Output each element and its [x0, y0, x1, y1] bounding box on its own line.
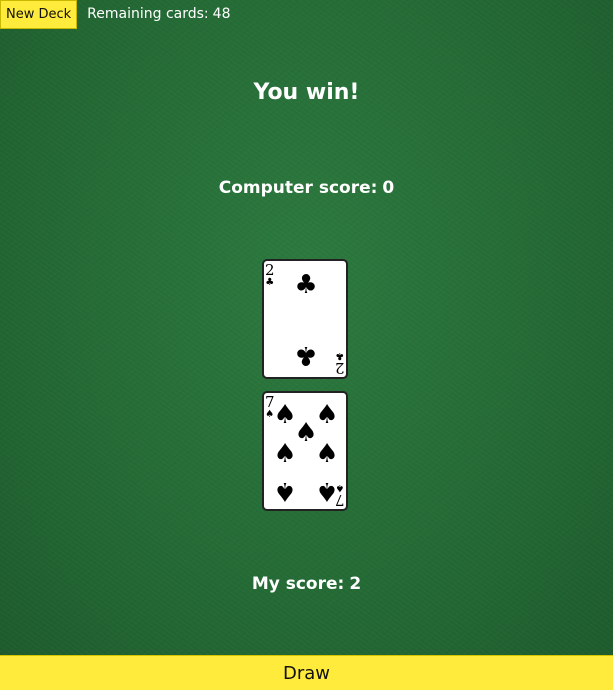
- card-corner-top: 2 ♣: [265, 263, 275, 288]
- player-card: 7 ♠ ♠ ♠ ♠ ♠ ♠ ♠ ♠ 7 ♠: [262, 391, 348, 511]
- spade-icon: ♠: [273, 439, 297, 469]
- my-score-value: 2: [349, 574, 362, 594]
- computer-card: 2 ♣ ♣ ♣ 2 ♣: [262, 259, 348, 379]
- my-score: My score: 2: [0, 574, 613, 594]
- card-corner-bottom: 7 ♠: [335, 482, 345, 509]
- spade-icon: ♠: [273, 476, 297, 506]
- club-icon: ♣: [294, 270, 318, 300]
- draw-button[interactable]: Draw: [0, 655, 613, 690]
- club-icon: ♣: [335, 350, 345, 361]
- card-corner-bottom: 2 ♣: [335, 350, 345, 377]
- computer-score-value: 0: [382, 178, 395, 198]
- new-deck-button[interactable]: New Deck: [0, 0, 78, 29]
- computer-score: Computer score: 0: [0, 178, 613, 198]
- spade-icon: ♠: [315, 400, 339, 430]
- computer-score-label: Computer score:: [218, 178, 378, 198]
- spade-icon: ♠: [315, 439, 339, 469]
- remaining-cards-count: 48: [212, 6, 231, 22]
- spade-icon: ♠: [273, 400, 297, 430]
- club-icon: ♣: [294, 340, 318, 370]
- result-message: You win!: [253, 80, 360, 105]
- remaining-cards: Remaining cards: 48: [87, 6, 230, 22]
- my-score-label: My score:: [251, 574, 345, 594]
- spade-icon: ♠: [294, 418, 318, 448]
- top-bar: New Deck Remaining cards: 48: [0, 0, 230, 29]
- card-rank: 2: [265, 261, 275, 279]
- club-icon: ♣: [265, 277, 275, 288]
- remaining-cards-label: Remaining cards:: [87, 6, 209, 22]
- card-rank: 2: [335, 359, 345, 377]
- spade-icon: ♠: [335, 482, 345, 493]
- card-rank: 7: [335, 491, 345, 509]
